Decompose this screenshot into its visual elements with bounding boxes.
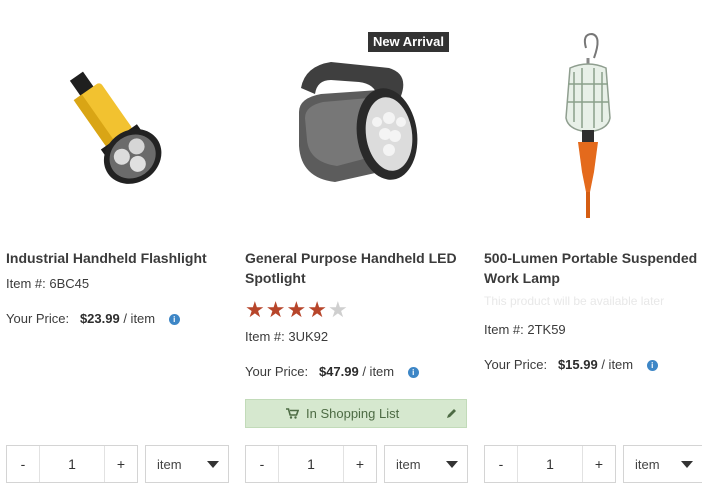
availability-note: This product will be available later [484,294,665,308]
price-unit: / item [597,357,634,372]
unit-value: item [157,457,182,472]
product-title[interactable]: 500-Lumen Portable Suspended Work Lamp [484,248,702,288]
price-unit: / item [119,311,156,326]
new-arrival-badge: New Arrival [367,32,449,52]
product-image-spotlight[interactable] [239,22,464,232]
unit-select[interactable]: item [384,445,468,483]
unit-select[interactable]: item [623,445,702,483]
star-filled-icon: ★ [245,297,266,322]
price-label: Your Price: [6,311,70,326]
quantity-input[interactable]: 1 [278,446,344,482]
product-card: 500-Lumen Portable Suspended Work Lamp T… [478,0,702,500]
price-line: Your Price: $47.99 / item i [245,364,419,379]
product-card: New Arrival General Purpose Handheld LED… [239,0,471,500]
in-shopping-list-button[interactable]: In Shopping List [245,399,467,428]
shopping-list-label: In Shopping List [306,406,400,421]
increment-button[interactable]: + [105,446,137,482]
quantity-stepper: - 1 + [245,445,377,483]
star-filled-icon: ★ [265,297,287,322]
info-icon[interactable]: i [646,360,658,371]
price-value: $47.99 [318,364,359,379]
decrement-button[interactable]: - [485,446,517,482]
price-value: $15.99 [557,357,598,372]
quantity-input[interactable]: 1 [517,446,583,482]
item-number: Item #: 2TK59 [484,322,566,337]
decrement-button[interactable]: - [7,446,39,482]
increment-button[interactable]: + [583,446,615,482]
item-number: Item #: 6BC45 [6,276,90,291]
product-card: Industrial Handheld Flashlight Item #: 6… [0,0,232,500]
unit-select[interactable]: item [145,445,229,483]
pencil-icon[interactable] [446,400,458,427]
product-image-flashlight[interactable] [0,22,225,232]
chevron-down-icon [446,461,458,468]
star-rating: ★★★★★ [245,299,349,321]
star-empty-icon: ★ [327,297,349,322]
quantity-input[interactable]: 1 [39,446,105,482]
increment-button[interactable]: + [344,446,376,482]
product-title[interactable]: Industrial Handheld Flashlight [6,248,226,268]
price-unit: / item [358,364,395,379]
chevron-down-icon [207,461,219,468]
unit-value: item [635,457,660,472]
quantity-stepper: - 1 + [484,445,616,483]
unit-value: item [396,457,421,472]
price-line: Your Price: $15.99 / item i [484,357,658,372]
info-icon[interactable]: i [168,314,180,325]
price-label: Your Price: [245,364,309,379]
chevron-down-icon [681,461,693,468]
info-icon[interactable]: i [407,367,419,378]
star-filled-icon: ★ [286,297,308,322]
product-image-work-lamp[interactable] [478,22,702,232]
product-title[interactable]: General Purpose Handheld LED Spotlight [245,248,465,288]
item-number: Item #: 3UK92 [245,329,329,344]
price-value: $23.99 [79,311,120,326]
decrement-button[interactable]: - [246,446,278,482]
price-line: Your Price: $23.99 / item i [6,311,180,326]
quantity-stepper: - 1 + [6,445,138,483]
price-label: Your Price: [484,357,548,372]
star-filled-icon: ★ [307,297,328,322]
cart-icon [286,400,300,427]
